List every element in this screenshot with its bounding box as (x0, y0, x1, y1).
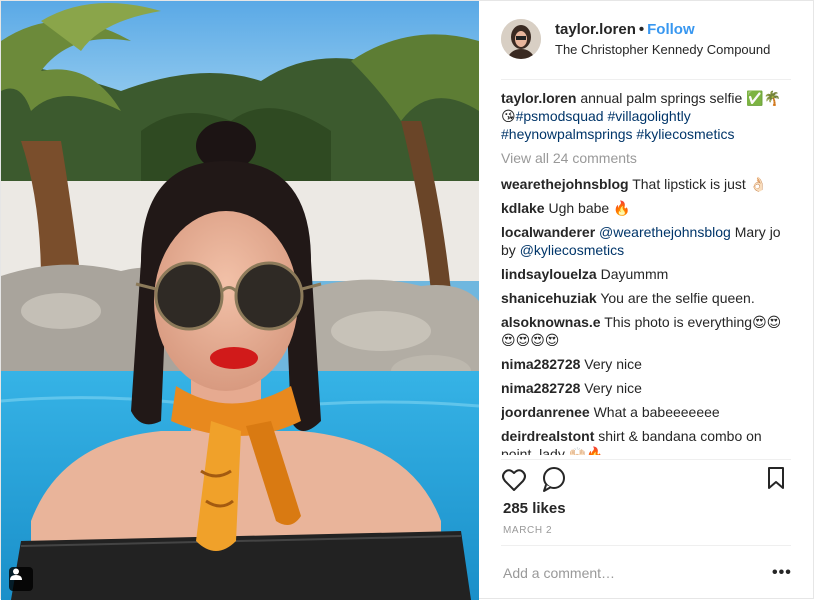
comment-item: nima282728 Very nice (501, 379, 793, 397)
comment-item: joordanrenee What a babeeeeeee (501, 403, 793, 421)
action-icons (502, 467, 784, 492)
username-line: taylor.loren • Follow (555, 21, 695, 38)
comment-box-divider (501, 545, 791, 546)
comment-item: deirdrealstont shirt & bandana combo on … (501, 427, 793, 455)
follow-button[interactable]: Follow (647, 21, 695, 38)
comment-item: nima282728 Very nice (501, 355, 793, 373)
tag-user-icon (10, 568, 22, 580)
post-photo[interactable] (1, 1, 479, 600)
hashtag-link[interactable]: #psmodsquad (516, 108, 604, 124)
comment-username[interactable]: wearethejohnsblog (501, 176, 629, 192)
comment-username[interactable]: joordanrenee (501, 404, 590, 420)
comment-item: alsoknownas.e This photo is everything😍😍… (501, 313, 793, 349)
header-divider (501, 79, 791, 80)
separator-dot: • (638, 21, 645, 38)
avatar[interactable] (501, 19, 541, 59)
like-count[interactable]: 285 likes (503, 500, 566, 517)
actions-divider (501, 459, 791, 460)
comment-username[interactable]: nima282728 (501, 356, 580, 372)
comment-item: localwanderer @wearethejohnsblog Mary jo… (501, 223, 793, 259)
post-side-panel: taylor.loren • Follow The Christopher Kenn… (479, 1, 813, 600)
comment-text: That lipstick is just 👌🏻 (632, 176, 768, 192)
selfie-image (1, 1, 479, 600)
heart-icon[interactable] (502, 469, 526, 491)
comment-item: lindsaylouelza Dayummm (501, 265, 793, 283)
comment-item: shanicehuziak You are the selfie queen. (501, 289, 793, 307)
tag-user-button[interactable] (9, 567, 33, 591)
comment-username[interactable]: kdlake (501, 200, 545, 216)
comments-list: taylor.loren annual palm springs selfie … (501, 89, 793, 455)
post-header: taylor.loren • Follow The Christopher Kenn… (501, 16, 791, 66)
comment-text: You are the selfie queen. (600, 290, 755, 306)
add-comment-input[interactable]: Add a comment… (503, 565, 615, 581)
caption: taylor.loren annual palm springs selfie … (501, 89, 793, 143)
post-date[interactable]: MARCH 2 (503, 525, 552, 536)
comment-text: What a babeeeeeee (593, 404, 720, 420)
view-all-comments-link[interactable]: View all 24 comments (501, 149, 793, 167)
comment-text: Dayummm (600, 266, 669, 282)
mention-link[interactable]: @wearethejohnsblog (599, 224, 731, 240)
comment-username[interactable]: localwanderer (501, 224, 595, 240)
comment-text: Very nice (584, 380, 642, 396)
caption-username[interactable]: taylor.loren (501, 90, 576, 106)
avatar-image (501, 19, 541, 59)
more-icon[interactable]: ••• (772, 564, 792, 582)
mention-link[interactable]: @kyliecosmetics (520, 242, 624, 258)
hashtag-link[interactable]: #kyliecosmetics (636, 126, 734, 142)
comment-item: wearethejohnsblog That lipstick is just … (501, 175, 793, 193)
comment-username[interactable]: shanicehuziak (501, 290, 597, 306)
comment-username[interactable]: nima282728 (501, 380, 580, 396)
username-link[interactable]: taylor.loren (555, 21, 636, 38)
location-link[interactable]: The Christopher Kennedy Compound (555, 42, 770, 57)
hashtag-link[interactable]: #heynowpalmsprings (501, 126, 633, 142)
action-bar (501, 465, 795, 495)
bookmark-icon[interactable] (768, 467, 784, 489)
comment-username[interactable]: deirdrealstont (501, 428, 594, 444)
comment-text: Ugh babe 🔥 (548, 200, 631, 216)
comment-username[interactable]: alsoknownas.e (501, 314, 601, 330)
comment-text: Very nice (584, 356, 642, 372)
post-card: taylor.loren • Follow The Christopher Kenn… (0, 0, 814, 600)
comment-item: kdlake Ugh babe 🔥 (501, 199, 793, 217)
comment-username[interactable]: lindsaylouelza (501, 266, 597, 282)
hashtag-link[interactable]: #villagolightly (607, 108, 690, 124)
comment-icon[interactable] (543, 467, 565, 492)
